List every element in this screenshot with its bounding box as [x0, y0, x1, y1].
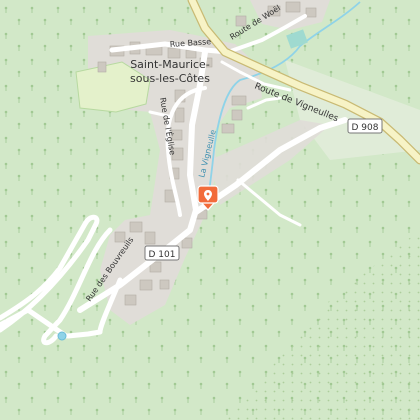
water-point-icon	[57, 331, 67, 341]
map-canvas[interactable]: Saint-Maurice- sous-les-Côtes Route de V…	[0, 0, 420, 420]
map-view[interactable]: Saint-Maurice- sous-les-Côtes Route de V…	[0, 0, 420, 420]
svg-text:D 101: D 101	[149, 250, 176, 260]
road-badge-d908: D 908	[347, 118, 383, 134]
road-badge-d101: D 101	[144, 245, 180, 261]
place-label-line2: sous-les-Côtes	[130, 72, 210, 85]
place-label-line1: Saint-Maurice-	[130, 58, 210, 71]
svg-text:D 908: D 908	[352, 123, 379, 133]
